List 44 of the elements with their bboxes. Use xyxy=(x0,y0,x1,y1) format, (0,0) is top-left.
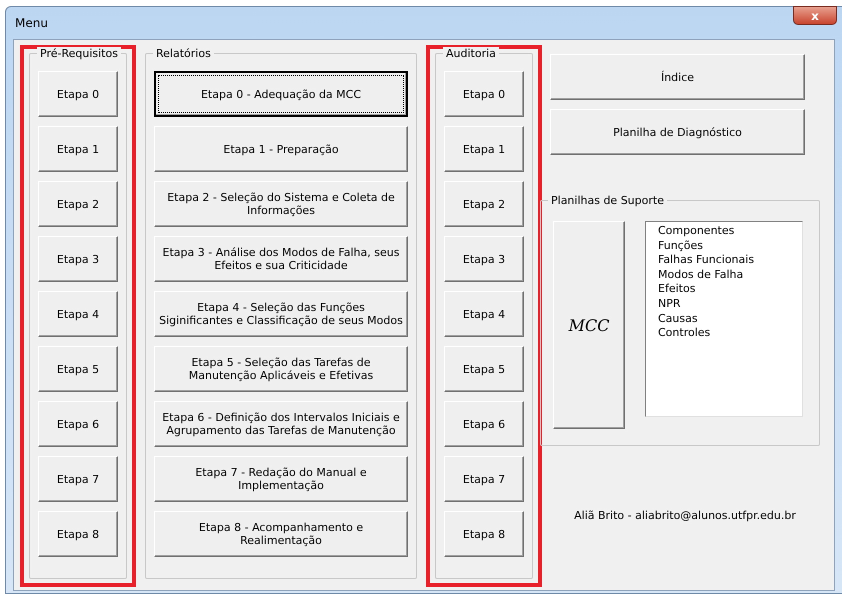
step-button[interactable]: Etapa 3 - Análise dos Modos de Falha, seus Efeitos e sua Criticidade xyxy=(154,236,408,282)
step-button[interactable]: Etapa 2 - Seleção do Sistema e Coleta de Informações xyxy=(154,181,408,227)
step-button[interactable]: Etapa 0 xyxy=(444,71,524,117)
step-button[interactable]: Etapa 0 - Adequação da MCC xyxy=(154,71,408,117)
step-button[interactable]: Etapa 1 - Preparação xyxy=(154,126,408,172)
step-button[interactable]: Etapa 5 - Seleção das Tarefas de Manutenção Aplicáveis e Efetivas xyxy=(154,346,408,392)
list-item[interactable]: Falhas Funcionais xyxy=(658,253,790,268)
step-button[interactable]: Etapa 6 xyxy=(38,401,118,447)
step-button[interactable]: Etapa 8 xyxy=(38,511,118,557)
list-item[interactable]: NPR xyxy=(658,296,790,312)
list-item[interactable]: Causas xyxy=(658,312,790,326)
sheet-button[interactable]: Planilha de Diagnóstico xyxy=(550,109,805,155)
window-title: Menu xyxy=(15,15,48,32)
step-button[interactable]: Etapa 2 xyxy=(38,181,118,227)
group-title: Planilhas de Suporte xyxy=(548,194,667,207)
step-button[interactable]: Etapa 4 - Seleção das Funções Siginificantes e Classificação de seus Modos xyxy=(154,291,408,337)
list-item[interactable]: Componentes xyxy=(658,224,790,239)
step-button[interactable]: Etapa 4 xyxy=(38,291,118,337)
list-item[interactable]: Funções xyxy=(658,238,790,254)
group-title: Relatórios xyxy=(153,47,214,60)
step-button[interactable]: Etapa 3 xyxy=(444,236,524,282)
sheet-button[interactable]: Índice xyxy=(550,54,805,100)
list-item[interactable]: Modos de Falha xyxy=(658,268,790,282)
step-button[interactable]: Etapa 1 xyxy=(38,126,118,172)
step-button[interactable]: Etapa 6 xyxy=(444,401,524,447)
step-button[interactable]: Etapa 2 xyxy=(444,181,524,227)
step-button[interactable]: Etapa 7 xyxy=(38,456,118,502)
step-button[interactable]: Etapa 7 xyxy=(444,456,524,502)
step-button[interactable]: Etapa 8 - Acompanhamento e Realimentação xyxy=(154,511,408,557)
group-title: Auditoria xyxy=(443,47,499,60)
step-button[interactable]: Etapa 8 xyxy=(444,511,524,557)
step-button[interactable]: Etapa 7 - Redação do Manual e Implementação xyxy=(154,456,408,502)
list-item[interactable]: Efeitos xyxy=(658,282,790,297)
group-title: Pré-Requisitos xyxy=(37,47,121,60)
mcc-button[interactable]: MCC xyxy=(553,221,625,429)
author-credit: Aliã Brito - aliabrito@alunos.utfpr.edu.br xyxy=(573,508,797,524)
list-item[interactable]: Controles xyxy=(658,326,790,341)
step-button[interactable]: Etapa 6 - Definição dos Intervalos Iniciais e Agrupamento das Tarefas de Manutenção xyxy=(154,401,408,447)
step-button[interactable]: Etapa 0 xyxy=(38,71,118,117)
step-button[interactable]: Etapa 4 xyxy=(444,291,524,337)
step-button[interactable]: Etapa 3 xyxy=(38,236,118,282)
step-button[interactable]: Etapa 1 xyxy=(444,126,524,172)
step-button[interactable]: Etapa 5 xyxy=(38,346,118,392)
step-button[interactable]: Etapa 5 xyxy=(444,346,524,392)
